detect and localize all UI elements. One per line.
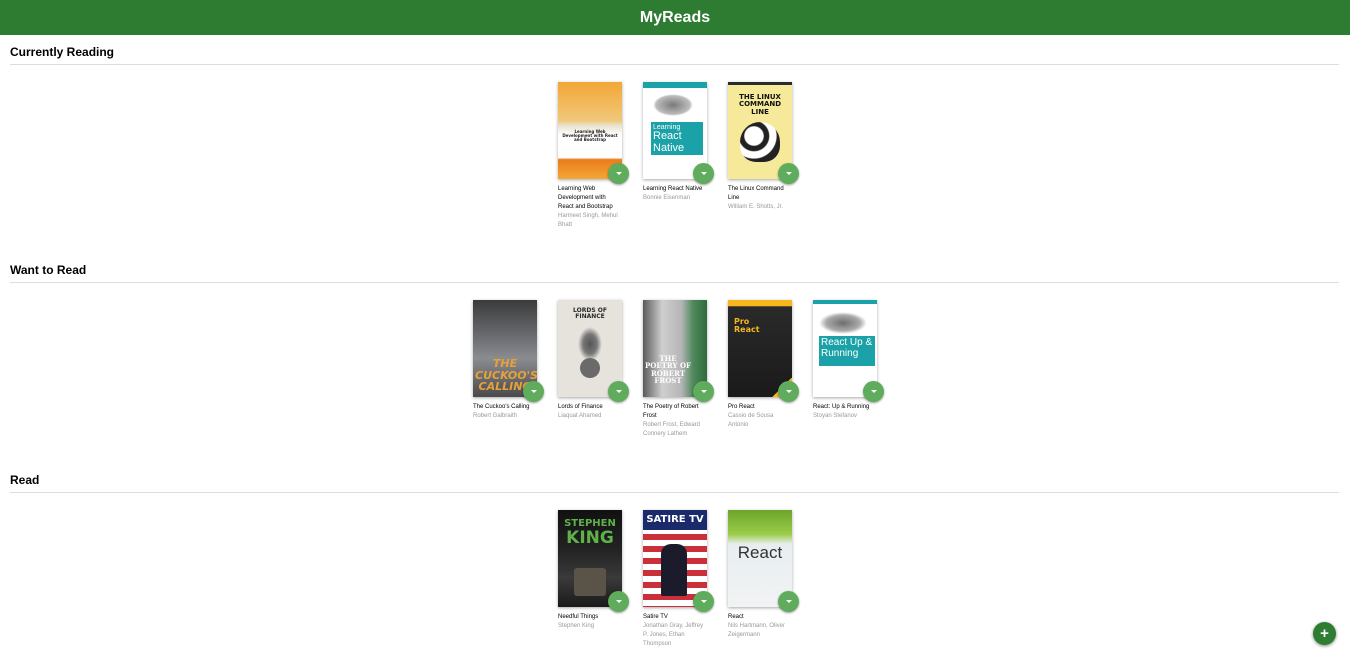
chevron-down-icon bbox=[785, 390, 792, 393]
book-item: LORDS OF FINANCE Lords of Finance Liaqua… bbox=[558, 300, 629, 439]
book-item: THE CUCKOO'S CALLING The Cuckoo's Callin… bbox=[473, 300, 544, 439]
shelf-changer-button[interactable] bbox=[608, 591, 629, 612]
app-header: MyReads bbox=[0, 0, 1350, 35]
book-authors: Cassio de Sousa Antonio bbox=[728, 413, 774, 428]
person-illustration bbox=[661, 544, 687, 596]
app-title: MyReads bbox=[639, 8, 711, 26]
book-authors: Stoyan Stefanov bbox=[813, 413, 858, 419]
cover-text: THE POETRY OF ROBERT FROST bbox=[645, 354, 692, 386]
shelf-changer-button[interactable] bbox=[693, 381, 714, 402]
book-authors: William E. Shotts, Jr. bbox=[728, 204, 784, 210]
book-title: Learning Web Development with React and … bbox=[558, 186, 613, 210]
book-item: THE LINUX COMMAND LINE The Linux Command… bbox=[728, 82, 799, 230]
shelf-changer-button[interactable] bbox=[778, 591, 799, 612]
book-title: Pro React bbox=[728, 404, 755, 410]
shelf-title: Read bbox=[10, 473, 40, 487]
chevron-down-icon bbox=[700, 600, 707, 603]
shelf-divider bbox=[10, 282, 1339, 283]
cover-text: SATIRE TV bbox=[646, 514, 704, 525]
book-authors: Nils Hartmann, Oliver Zeigermann bbox=[728, 623, 786, 638]
shelf-books: Learning Web Development with React and … bbox=[0, 82, 1350, 230]
penguin-illustration bbox=[740, 122, 780, 162]
shelf-title: Want to Read bbox=[10, 263, 87, 277]
book-item: React React Nils Hartmann, Oliver Zeiger… bbox=[728, 510, 799, 649]
plus-icon: + bbox=[1320, 625, 1329, 642]
cover-band bbox=[643, 82, 707, 88]
book-item: React Up & Running React: Up & Running S… bbox=[813, 300, 884, 439]
cover-text: Pro React bbox=[734, 317, 760, 335]
animal-illustration bbox=[653, 94, 693, 116]
book-title: The Poetry of Robert Frost bbox=[643, 404, 699, 419]
globe-illustration bbox=[580, 358, 600, 378]
book-item: SATIRE TV Satire TV Jonathan Gray, Jeffr… bbox=[643, 510, 714, 649]
book-title: Lords of Finance bbox=[558, 404, 603, 410]
cover-text: React bbox=[737, 543, 783, 562]
book-title: The Cuckoo's Calling bbox=[473, 404, 530, 410]
book-authors: Bonnie Eisenman bbox=[643, 195, 691, 201]
shelf-changer-button[interactable] bbox=[693, 163, 714, 184]
chevron-down-icon bbox=[615, 172, 622, 175]
shelf-changer-button[interactable] bbox=[778, 163, 799, 184]
shelf-changer-button[interactable] bbox=[523, 381, 544, 402]
shelf-books: THE CUCKOO'S CALLING The Cuckoo's Callin… bbox=[0, 300, 1350, 439]
book-title: Satire TV bbox=[643, 614, 668, 620]
shelf-divider bbox=[10, 492, 1339, 493]
add-book-button[interactable]: + bbox=[1313, 622, 1336, 645]
book-title: React bbox=[728, 614, 744, 620]
book-authors: Jonathan Gray, Jeffrey P. Jones, Ethan T… bbox=[643, 623, 704, 647]
cover-text: Learning React Native bbox=[653, 124, 685, 154]
cover-band bbox=[813, 300, 877, 304]
book-authors: Robert Galbraith bbox=[473, 413, 518, 419]
chevron-down-icon bbox=[530, 390, 537, 393]
chevron-down-icon bbox=[785, 600, 792, 603]
cover-band bbox=[728, 82, 792, 85]
cover-text: Learning Web Development with React and … bbox=[562, 129, 618, 143]
book-item: THE POETRY OF ROBERT FROST The Poetry of… bbox=[643, 300, 714, 439]
shelf-changer-button[interactable] bbox=[608, 163, 629, 184]
bird-illustration bbox=[819, 312, 867, 334]
cover-text: THE LINUX COMMAND LINE bbox=[738, 93, 782, 116]
book-authors: Harmeet Singh, Mehul Bhatt bbox=[558, 213, 618, 228]
chevron-down-icon bbox=[615, 390, 622, 393]
book-item: Pro React Pro React Cassio de Sousa Anto… bbox=[728, 300, 799, 439]
chevron-down-icon bbox=[700, 172, 707, 175]
cover-text: React Up & Running bbox=[821, 337, 873, 359]
book-authors: Stephen King bbox=[558, 623, 595, 629]
book-title: Learning React Native bbox=[643, 186, 703, 192]
shelf-title: Currently Reading bbox=[10, 45, 115, 59]
chevron-down-icon bbox=[785, 172, 792, 175]
box-illustration bbox=[574, 568, 606, 596]
book-item: STEPHEN KING Needful Things Stephen King bbox=[558, 510, 629, 649]
book-authors: Robert Frost, Edward Connery Lathem bbox=[643, 422, 701, 437]
chevron-down-icon bbox=[615, 600, 622, 603]
book-item: Learning React Native Learning React Nat… bbox=[643, 82, 714, 230]
shelf-changer-button[interactable] bbox=[778, 381, 799, 402]
shelf-changer-button[interactable] bbox=[863, 381, 884, 402]
shelf-books: STEPHEN KING Needful Things Stephen King… bbox=[0, 510, 1350, 649]
book-authors: Liaquat Ahamed bbox=[558, 413, 602, 419]
shelf-changer-button[interactable] bbox=[693, 591, 714, 612]
book-title: Needful Things bbox=[558, 614, 599, 620]
shelf-changer-button[interactable] bbox=[608, 381, 629, 402]
cover-text: LORDS OF FINANCE bbox=[573, 307, 607, 321]
chevron-down-icon bbox=[700, 390, 707, 393]
cover-text: STEPHEN KING bbox=[564, 518, 616, 548]
book-title: The Linux Command Line bbox=[728, 186, 784, 201]
chevron-down-icon bbox=[870, 390, 877, 393]
book-item: Learning Web Development with React and … bbox=[558, 82, 629, 230]
shelf-divider bbox=[10, 64, 1339, 65]
book-title: React: Up & Running bbox=[813, 404, 870, 410]
